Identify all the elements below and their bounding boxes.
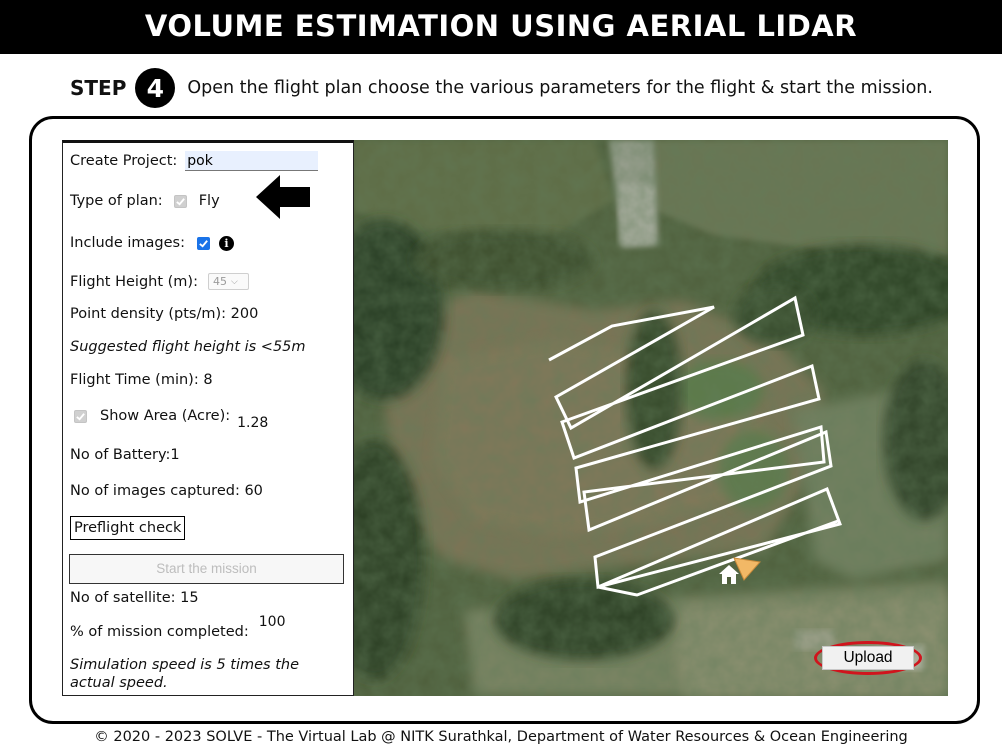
footer-copyright: © 2020 - 2023 SOLVE - The Virtual Lab @ … bbox=[94, 729, 908, 745]
fly-checkbox[interactable] bbox=[173, 194, 187, 208]
satellite-map[interactable] bbox=[354, 140, 948, 696]
info-icon[interactable]: i bbox=[219, 235, 234, 251]
fly-option-label: Fly bbox=[198, 193, 220, 209]
satellite-count-text: No of satellite: 15 bbox=[70, 590, 199, 606]
sim-speed-line-2: actual speed. bbox=[70, 675, 168, 691]
point-density-text: Point density (pts/m): 200 bbox=[70, 306, 259, 322]
flight-height-row: Flight Height (m): 45 ⌵ bbox=[70, 273, 249, 290]
include-images-label: Include images: bbox=[70, 235, 185, 251]
step-header: STEP 4 Open the flight plan choose the v… bbox=[70, 68, 933, 108]
step-instruction: Open the flight plan choose the various … bbox=[187, 78, 933, 98]
flight-height-label: Flight Height (m): bbox=[70, 273, 198, 290]
flight-time-text: Flight Time (min): 8 bbox=[70, 372, 213, 388]
create-project-label: Create Project: bbox=[70, 153, 178, 169]
checkmark-icon bbox=[199, 239, 208, 248]
create-project-row: Create Project: pok bbox=[70, 151, 319, 171]
map-canvas bbox=[354, 140, 948, 696]
flight-height-value: 45 bbox=[212, 275, 227, 288]
app-title: VOLUME ESTIMATION USING AERIAL LIDAR bbox=[0, 0, 1002, 54]
upload-button[interactable]: Upload bbox=[822, 646, 914, 670]
battery-count-text: No of Battery:1 bbox=[70, 447, 180, 463]
checkmark-icon bbox=[175, 197, 185, 206]
show-area-checkbox[interactable] bbox=[74, 409, 87, 423]
show-area-label: Show Area (Acre): bbox=[100, 408, 231, 424]
preflight-check-button[interactable]: Preflight check bbox=[70, 516, 186, 540]
start-mission-button[interactable]: Start the mission bbox=[69, 554, 344, 584]
upload-highlight-ring: Upload bbox=[814, 641, 922, 675]
include-images-row: Include images: i bbox=[70, 235, 234, 251]
step-label: STEP bbox=[70, 76, 127, 100]
suggested-height-text: Suggested flight height is <55m bbox=[70, 339, 306, 355]
show-area-value: 1.28 bbox=[237, 415, 269, 431]
images-captured-text: No of images captured: 60 bbox=[70, 483, 263, 499]
mission-completed-label: % of mission completed: bbox=[70, 624, 249, 640]
flight-plan-panel: Create Project: pok Type of plan: Fly In… bbox=[62, 140, 354, 696]
mission-completed-value: 100 bbox=[258, 614, 286, 630]
arrow-left-icon bbox=[256, 175, 310, 219]
include-images-checkbox[interactable] bbox=[197, 236, 210, 250]
project-name-input[interactable]: pok bbox=[185, 151, 319, 171]
show-area-row: Show Area (Acre): 1.28 bbox=[70, 408, 268, 431]
checkmark-icon bbox=[76, 412, 85, 421]
chevron-down-icon: ⌵ bbox=[230, 276, 238, 287]
step-number-badge: 4 bbox=[135, 68, 176, 108]
type-of-plan-label: Type of plan: bbox=[70, 193, 163, 209]
flight-height-select[interactable]: 45 ⌵ bbox=[207, 273, 249, 290]
type-of-plan-row: Type of plan: Fly bbox=[70, 193, 220, 209]
mission-progress-row: % of mission completed: 100 bbox=[70, 614, 286, 640]
sim-speed-line-1: Simulation speed is 5 times the bbox=[70, 657, 300, 673]
